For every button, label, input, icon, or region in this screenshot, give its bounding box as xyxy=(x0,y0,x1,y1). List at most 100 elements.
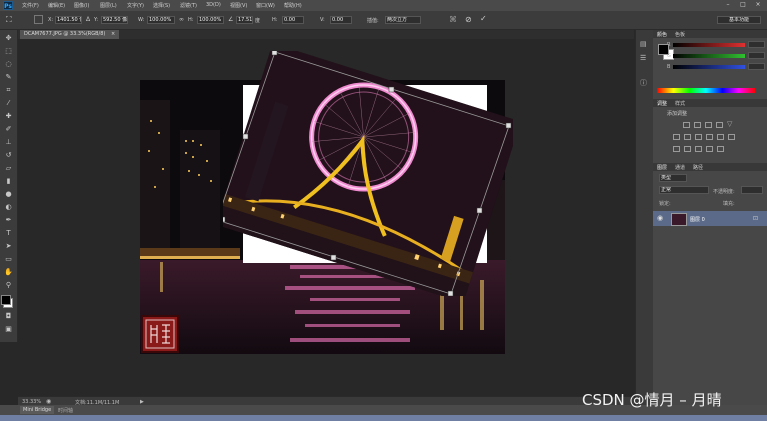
warp-icon[interactable]: ⌘ xyxy=(449,15,457,24)
menu-view[interactable]: 视图(V) xyxy=(230,2,247,9)
green-value-input[interactable] xyxy=(748,52,765,59)
relative-position-icon[interactable]: Δ xyxy=(86,16,90,23)
interpolation-select[interactable]: 两次立方 xyxy=(385,16,421,24)
red-slider[interactable]: R xyxy=(667,42,745,48)
angle-input[interactable]: 17.51 xyxy=(236,16,253,24)
quick-select-tool-icon[interactable]: ✎ xyxy=(3,73,14,82)
menu-layer[interactable]: 图层(L) xyxy=(100,2,117,9)
clone-stamp-tool-icon[interactable]: ⊥ xyxy=(3,138,14,147)
menu-file[interactable]: 文件(F) xyxy=(22,2,39,9)
history-brush-tool-icon[interactable]: ↺ xyxy=(3,151,14,160)
hand-tool-icon[interactable]: ✋ xyxy=(3,268,14,277)
workspace-select[interactable]: 基本功能 xyxy=(717,16,761,24)
invert-icon[interactable] xyxy=(673,146,680,152)
zoom-tool-icon[interactable]: ⚲ xyxy=(3,281,14,290)
menu-select[interactable]: 选择(S) xyxy=(153,2,170,9)
tab-swatches[interactable]: 色板 xyxy=(675,31,685,38)
reference-point-icon[interactable] xyxy=(34,15,43,24)
visibility-eye-icon[interactable]: ◉ xyxy=(657,214,663,222)
panel-foreground-swatch[interactable] xyxy=(658,44,669,55)
gradient-map-icon[interactable]: ▽ xyxy=(727,120,732,128)
color-balance-icon[interactable] xyxy=(695,134,702,140)
close-tab-icon[interactable]: × xyxy=(111,31,115,37)
info-icon[interactable]: ⓘ xyxy=(640,78,647,88)
properties-icon[interactable]: ☰ xyxy=(640,54,646,62)
shape-tool-icon[interactable]: ▭ xyxy=(3,255,14,264)
tab-color[interactable]: 颜色 xyxy=(657,31,667,38)
path-select-tool-icon[interactable]: ➤ xyxy=(3,242,14,251)
type-tool-icon[interactable]: T xyxy=(3,229,14,238)
menu-help[interactable]: 帮助(H) xyxy=(284,2,302,9)
tab-channels[interactable]: 通道 xyxy=(675,164,685,171)
screen-mode-icon[interactable]: ▣ xyxy=(3,325,14,334)
menu-image[interactable]: 图像(I) xyxy=(74,2,89,9)
blur-tool-icon[interactable]: ● xyxy=(3,190,14,199)
threshold-icon[interactable] xyxy=(695,146,702,152)
selective-color-icon[interactable] xyxy=(706,146,713,152)
width-input[interactable]: 100.00% xyxy=(147,16,175,24)
quick-mask-icon[interactable]: ◘ xyxy=(3,312,14,321)
foreground-color-swatch[interactable] xyxy=(1,295,11,305)
vibrance-icon[interactable] xyxy=(673,134,680,140)
menu-type[interactable]: 文字(Y) xyxy=(127,2,144,9)
marquee-tool-icon[interactable]: ⬚ xyxy=(3,47,14,56)
posterize-icon[interactable] xyxy=(684,146,691,152)
menu-filter[interactable]: 滤镜(T) xyxy=(180,2,197,9)
cancel-transform-icon[interactable]: ⊘ xyxy=(465,15,472,24)
close-window-button[interactable]: × xyxy=(752,1,764,9)
hue-saturation-icon[interactable] xyxy=(684,134,691,140)
vskew-input[interactable]: 0.00 xyxy=(330,16,352,24)
tab-adjustments[interactable]: 调整 xyxy=(657,100,667,107)
maximize-button[interactable]: □ xyxy=(737,1,749,9)
exposure-icon[interactable] xyxy=(716,122,723,128)
commit-transform-icon[interactable]: ✓ xyxy=(480,14,487,23)
document-tab[interactable]: DCAM7677.JPG @ 33.3%(RGB/8) × xyxy=(20,30,120,39)
timeline-tab[interactable]: 时间轴 xyxy=(58,407,73,414)
curves-icon[interactable] xyxy=(705,122,712,128)
minimize-button[interactable]: – xyxy=(722,1,734,9)
menu-window[interactable]: 窗口(W) xyxy=(256,2,275,9)
eyedropper-tool-icon[interactable]: ⁄ xyxy=(3,99,14,108)
y-input[interactable]: 592.50 像 xyxy=(101,16,128,24)
brush-tool-icon[interactable]: ✐ xyxy=(3,125,14,134)
photo-filter-icon[interactable] xyxy=(717,134,724,140)
layer-filter-select[interactable]: 类型 xyxy=(659,174,687,182)
blue-value-input[interactable] xyxy=(748,63,765,70)
green-slider[interactable]: G xyxy=(667,53,745,59)
tab-styles[interactable]: 样式 xyxy=(675,100,685,107)
move-tool-icon[interactable]: ✥ xyxy=(3,34,14,43)
menu-3d[interactable]: 3D(D) xyxy=(206,2,221,8)
gradient-tool-icon[interactable]: ▮ xyxy=(3,177,14,186)
opacity-input[interactable] xyxy=(741,186,763,194)
dodge-tool-icon[interactable]: ◐ xyxy=(3,203,14,212)
height-input[interactable]: 100.00% xyxy=(197,16,224,24)
eraser-tool-icon[interactable]: ▱ xyxy=(3,164,14,173)
menu-edit[interactable]: 编辑(E) xyxy=(48,2,65,9)
pen-tool-icon[interactable]: ✒ xyxy=(3,216,14,225)
x-input[interactable]: 1401.50 像 xyxy=(55,16,82,24)
layer-name[interactable]: 图层 0 xyxy=(690,216,705,223)
rotated-ferris-wheel-image[interactable] xyxy=(215,43,521,303)
hskew-input[interactable]: 0.00 xyxy=(282,16,304,24)
levels-icon[interactable] xyxy=(694,122,701,128)
color-lookup-icon[interactable] xyxy=(717,146,724,152)
tab-paths[interactable]: 路径 xyxy=(693,164,703,171)
tab-layers[interactable]: 图层 xyxy=(657,164,667,171)
status-menu-icon[interactable]: ◉ xyxy=(46,398,51,405)
color-ramp[interactable] xyxy=(657,88,755,93)
transform-layer[interactable] xyxy=(215,43,521,303)
red-value-input[interactable] xyxy=(748,41,765,48)
channel-mixer-icon[interactable] xyxy=(728,134,735,140)
blend-mode-select[interactable]: 正常 xyxy=(659,186,709,194)
link-icon[interactable]: ∞ xyxy=(179,16,184,23)
history-icon[interactable]: ▤ xyxy=(640,40,647,48)
black-white-icon[interactable] xyxy=(706,134,713,140)
layer-row[interactable]: ◉ 图层 0 ⊡ xyxy=(653,211,767,226)
brightness-contrast-icon[interactable] xyxy=(683,122,690,128)
crop-tool-icon[interactable]: ⌗ xyxy=(3,86,14,95)
mini-bridge-tab[interactable]: Mini Bridge xyxy=(20,406,55,414)
transform-tool-icon[interactable]: ⛶ xyxy=(6,15,12,25)
lasso-tool-icon[interactable]: ◌ xyxy=(3,60,14,69)
blue-slider[interactable]: B xyxy=(667,64,745,70)
healing-brush-tool-icon[interactable]: ✚ xyxy=(3,112,14,121)
